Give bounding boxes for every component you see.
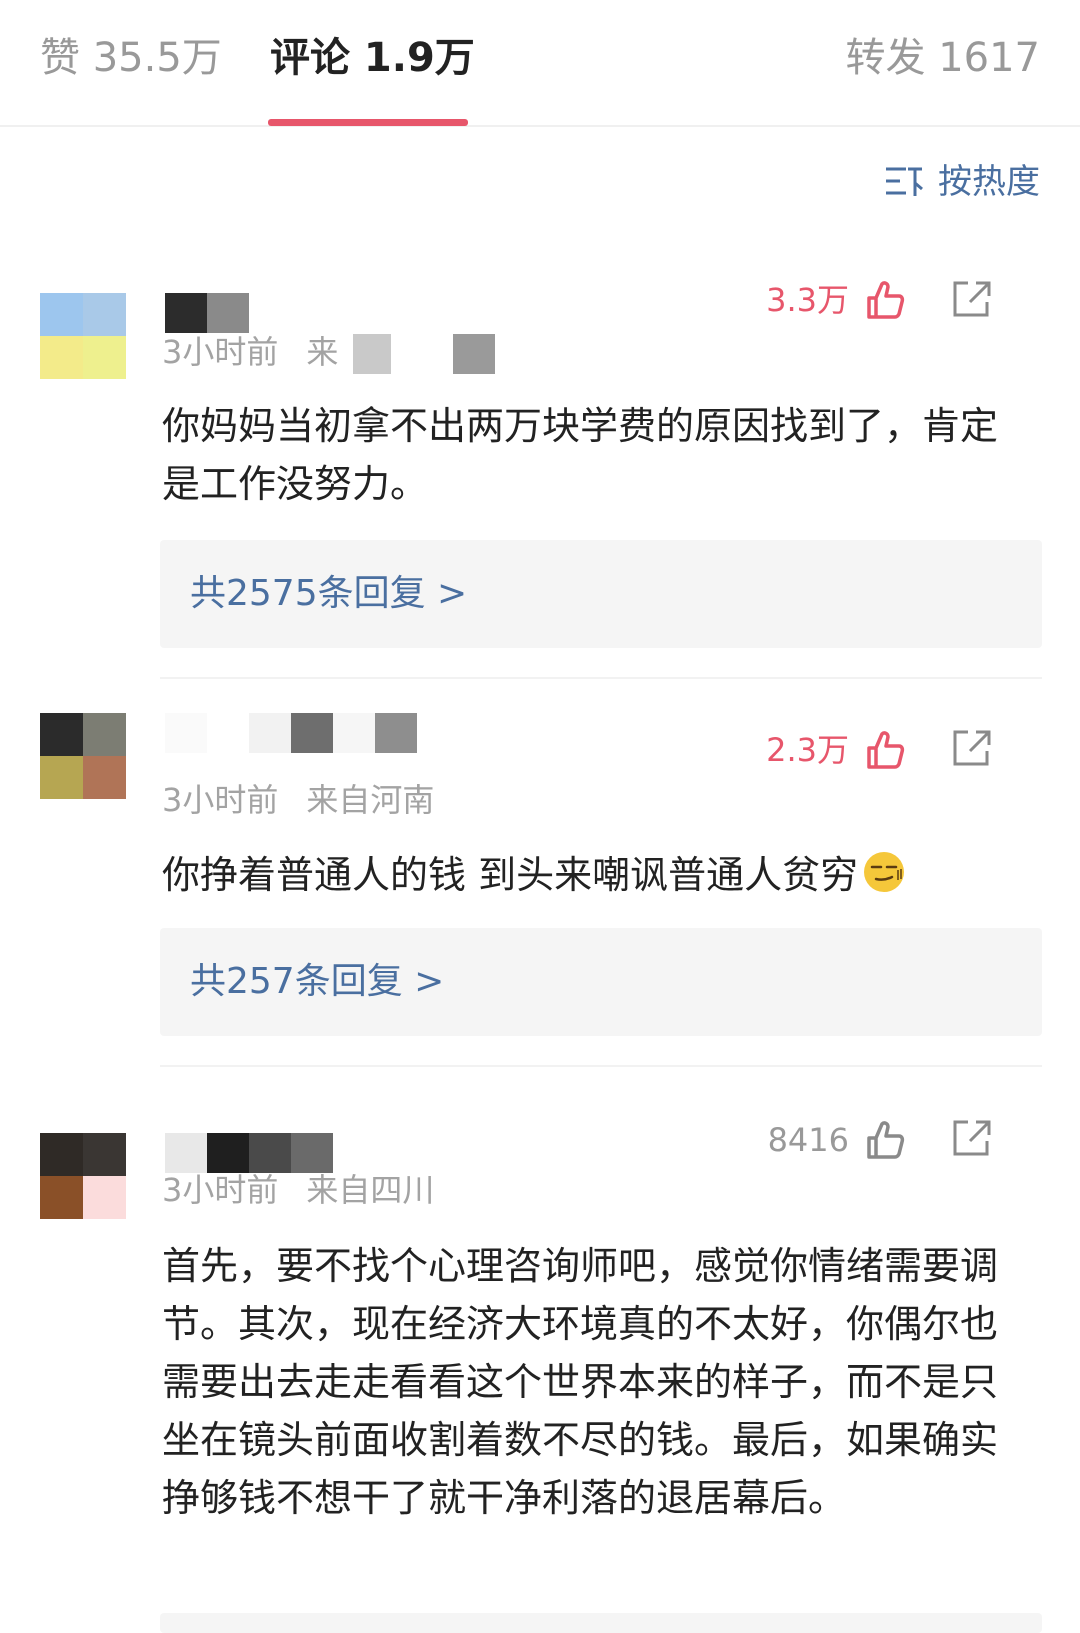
share-button[interactable] xyxy=(952,729,992,771)
comment-text: 你妈妈当初拿不出两万块学费的原因找到了，肯定是工作没努力。 xyxy=(162,404,999,506)
smirk-emoji-icon xyxy=(864,852,905,892)
comment-location: 来自河南 xyxy=(306,781,435,819)
avatar[interactable] xyxy=(40,293,126,379)
sort-icon xyxy=(886,167,923,196)
like-button[interactable]: 2.3万 xyxy=(766,728,905,772)
like-count: 3.3万 xyxy=(766,281,849,319)
comment-time: 3小时前 xyxy=(162,1171,279,1209)
comment-text: 首先，要不找个心理咨询师吧，感觉你情绪需要调节。其次，现在经济大环境真的不太好，… xyxy=(162,1244,999,1520)
share-icon xyxy=(953,730,991,766)
tab-likes[interactable]: 赞 35.5万 xyxy=(40,30,222,86)
comment-text: 你挣着普通人的钱 到头来嘲讽普通人贫穷 xyxy=(162,846,1022,904)
avatar[interactable] xyxy=(40,713,126,799)
view-replies-button[interactable]: 共257条回复 > xyxy=(160,928,1042,1036)
share-button[interactable] xyxy=(952,280,992,322)
thumbs-up-icon xyxy=(867,731,905,769)
comment-meta: 3小时前来 xyxy=(162,330,495,374)
share-button[interactable] xyxy=(952,1119,992,1161)
tab-reposts[interactable]: 转发 1617 xyxy=(845,30,1040,86)
comment-meta: 3小时前 来自四川 xyxy=(162,1168,434,1212)
replies-label: 共2575条回复 > xyxy=(190,573,468,614)
like-count: 8416 xyxy=(767,1121,849,1159)
username-blurred[interactable] xyxy=(165,293,249,333)
view-replies-button[interactable]: 共2575条回复 > xyxy=(160,540,1042,648)
divider xyxy=(160,1065,1042,1067)
tab-bar: 赞 35.5万 评论 1.9万 转发 1617 xyxy=(0,0,1080,127)
comment-text-content: 你挣着普通人的钱 到头来嘲讽普通人贫穷 xyxy=(162,853,859,897)
replies-box-partial[interactable] xyxy=(160,1613,1042,1633)
like-button[interactable]: 8416 xyxy=(768,1118,905,1162)
sort-label: 按热度 xyxy=(938,162,1040,202)
active-tab-indicator xyxy=(268,119,468,126)
username-blurred[interactable] xyxy=(165,1133,333,1173)
like-button[interactable]: 3.3万 xyxy=(766,278,905,322)
share-icon xyxy=(953,1120,991,1156)
thumbs-up-icon xyxy=(867,1121,905,1159)
like-count: 2.3万 xyxy=(766,731,849,769)
comment-meta: 3小时前 来自河南 xyxy=(162,778,434,822)
comment-time: 3小时前 xyxy=(162,781,279,819)
comment-time: 3小时前 xyxy=(162,333,279,371)
comment-location: 来自四川 xyxy=(306,1171,435,1209)
sort-button[interactable]: 按热度 xyxy=(884,160,1040,204)
share-icon xyxy=(953,281,991,317)
replies-label: 共257条回复 > xyxy=(190,961,445,1002)
divider xyxy=(160,677,1042,679)
thumbs-up-icon xyxy=(867,281,905,319)
comment-location: 来 xyxy=(306,333,339,371)
username-blurred[interactable] xyxy=(165,713,417,753)
avatar[interactable] xyxy=(40,1133,126,1219)
tab-comments[interactable]: 评论 1.9万 xyxy=(270,30,475,86)
